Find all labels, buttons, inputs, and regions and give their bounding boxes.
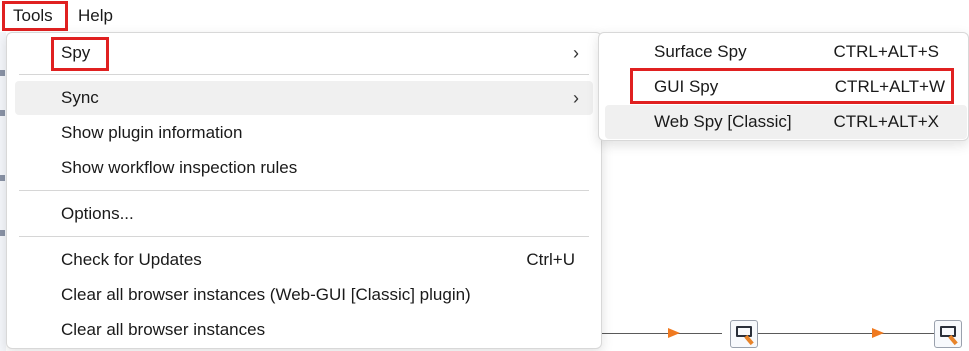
pen-icon	[744, 334, 754, 346]
menu-item-label: Options...	[61, 204, 134, 223]
menu-item-spy[interactable]: Spy ›	[15, 36, 593, 71]
canvas-marker	[0, 230, 5, 236]
workflow-node-spy[interactable]	[934, 320, 962, 348]
menu-item-check-for-updates[interactable]: Check for Updates Ctrl+U	[15, 243, 593, 277]
menu-bar: Tools Help	[0, 0, 969, 32]
submenu-item-web-spy-classic[interactable]: Web Spy [Classic] CTRL+ALT+X	[605, 105, 967, 139]
menu-separator	[19, 74, 589, 75]
menu-item-label: Show workflow inspection rules	[61, 158, 298, 177]
canvas-marker	[0, 175, 5, 181]
workflow-node-spy[interactable]	[730, 320, 758, 348]
workflow-arrow-icon	[668, 328, 680, 338]
menu-item-label: Clear all browser instances (Web-GUI [Cl…	[61, 285, 471, 304]
menu-item-label: Show plugin information	[61, 123, 243, 142]
menu-item-show-plugin-information[interactable]: Show plugin information	[15, 116, 593, 150]
menu-item-clear-browser-instances-web-gui[interactable]: Clear all browser instances (Web-GUI [Cl…	[15, 278, 593, 312]
shortcut-label: CTRL+ALT+X	[833, 112, 939, 131]
menu-item-label: Web Spy [Classic]	[654, 112, 792, 131]
menu-help[interactable]: Help	[70, 1, 121, 31]
highlight-box	[630, 68, 954, 104]
workflow-connector	[602, 333, 722, 334]
menu-tools[interactable]: Tools	[2, 1, 68, 31]
menu-item-label: Sync	[61, 88, 99, 107]
canvas-marker	[0, 70, 5, 76]
menu-item-clear-all-browser-instances[interactable]: Clear all browser instances	[15, 313, 593, 347]
menu-item-label: Spy	[61, 43, 91, 62]
shortcut-label: Ctrl+U	[526, 250, 575, 269]
menu-item-label: Surface Spy	[654, 42, 747, 61]
shortcut-label: CTRL+ALT+S	[833, 42, 939, 61]
menu-item-show-workflow-inspection-rules[interactable]: Show workflow inspection rules	[15, 151, 593, 185]
canvas-marker	[0, 110, 5, 116]
menu-item-options[interactable]: Options...	[15, 197, 593, 231]
pen-icon	[948, 334, 958, 346]
tools-dropdown: Spy › Sync › Show plugin information Sho…	[6, 32, 602, 349]
monitor-icon	[736, 326, 752, 337]
chevron-right-icon: ›	[573, 43, 579, 63]
chevron-right-icon: ›	[573, 88, 579, 108]
menu-separator	[19, 236, 589, 237]
submenu-item-surface-spy[interactable]: Surface Spy CTRL+ALT+S	[605, 35, 967, 69]
menu-item-sync[interactable]: Sync ›	[15, 81, 593, 115]
menu-item-label: Check for Updates	[61, 250, 202, 269]
menu-item-label: Clear all browser instances	[61, 320, 266, 339]
menu-separator	[19, 190, 589, 191]
monitor-icon	[940, 326, 956, 337]
workflow-arrow-icon	[872, 328, 884, 338]
workflow-connector	[758, 333, 936, 334]
